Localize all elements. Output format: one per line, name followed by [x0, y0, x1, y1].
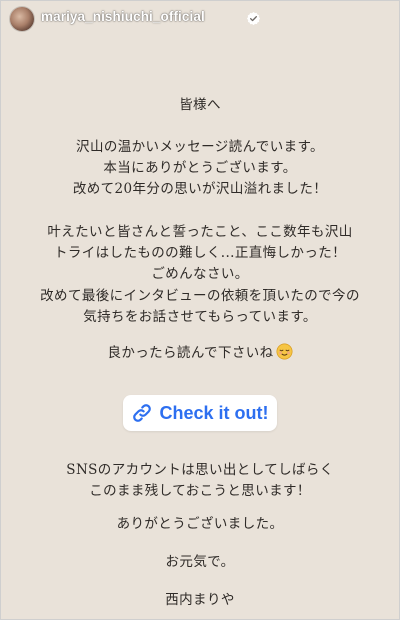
message-line: 叶えたいと皆さんと誓ったこと、ここ数年も沢山: [47, 224, 353, 240]
read-please-block: 良かったら読んで下さいね: [1, 343, 399, 364]
apology-block: 叶えたいと皆さんと誓ったこと、ここ数年も沢山 トライはしたものの難しく...正直…: [1, 222, 399, 285]
username[interactable]: mariya_nishiuchi_official: [41, 9, 205, 24]
farewell-block: お元気で。: [1, 552, 399, 573]
story-frame: mariya_nishiuchi_official 皆様へ 沢山の温かいメッセー…: [0, 0, 400, 620]
thanks-block: 沢山の温かいメッセージ読んでいます。 本当にありがとうございます。 改めて20年…: [1, 137, 399, 200]
verified-badge-icon: [246, 11, 261, 26]
message-line: 改めて20年分の思いが沢山溢れました！: [72, 181, 328, 197]
message-line: お元気で。: [165, 554, 235, 570]
message-line: 沢山の温かいメッセージ読んでいます。: [76, 139, 324, 155]
message-line: 良かったら読んで下さいね: [1, 343, 399, 364]
message-line: ありがとうございました。: [116, 516, 284, 532]
message-line: 本当にありがとうございます。: [103, 160, 297, 176]
link-sticker-label: Check it out!: [159, 402, 269, 423]
link-icon: [133, 404, 152, 422]
thank-you-block: ありがとうございました。: [1, 514, 399, 535]
message-line: SNSのアカウントは思い出としてしばらく: [66, 462, 334, 478]
story-header: mariya_nishiuchi_official: [1, 1, 399, 35]
signature: 西内まりや: [165, 592, 235, 608]
sns-account-block: SNSのアカウントは思い出としてしばらく このまま残しておこうと思います！: [1, 460, 399, 502]
read-please-text: 良かったら読んで下さいね: [107, 345, 274, 361]
message-line: このまま残しておこうと思います！: [89, 483, 311, 499]
message-line: 改めて最後にインタビューの依頼を頂いたので今の: [40, 288, 360, 304]
avatar[interactable]: [10, 7, 34, 31]
relieved-face-emoji-icon: [276, 343, 293, 360]
message-line: トライはしたものの難しく...正直悔しかった！: [53, 245, 347, 261]
check-it-out-link-sticker[interactable]: Check it out!: [123, 395, 277, 431]
signature-block: 西内まりや: [1, 590, 399, 611]
interview-block: 改めて最後にインタビューの依頼を頂いたので今の 気持ちをお話させてもらっています…: [1, 286, 399, 328]
greeting-block: 皆様へ: [1, 95, 399, 116]
message-line: 皆様へ: [179, 97, 221, 113]
message-line: 気持ちをお話させてもらっています。: [83, 309, 317, 325]
message-line: ごめんなさい。: [151, 266, 249, 282]
